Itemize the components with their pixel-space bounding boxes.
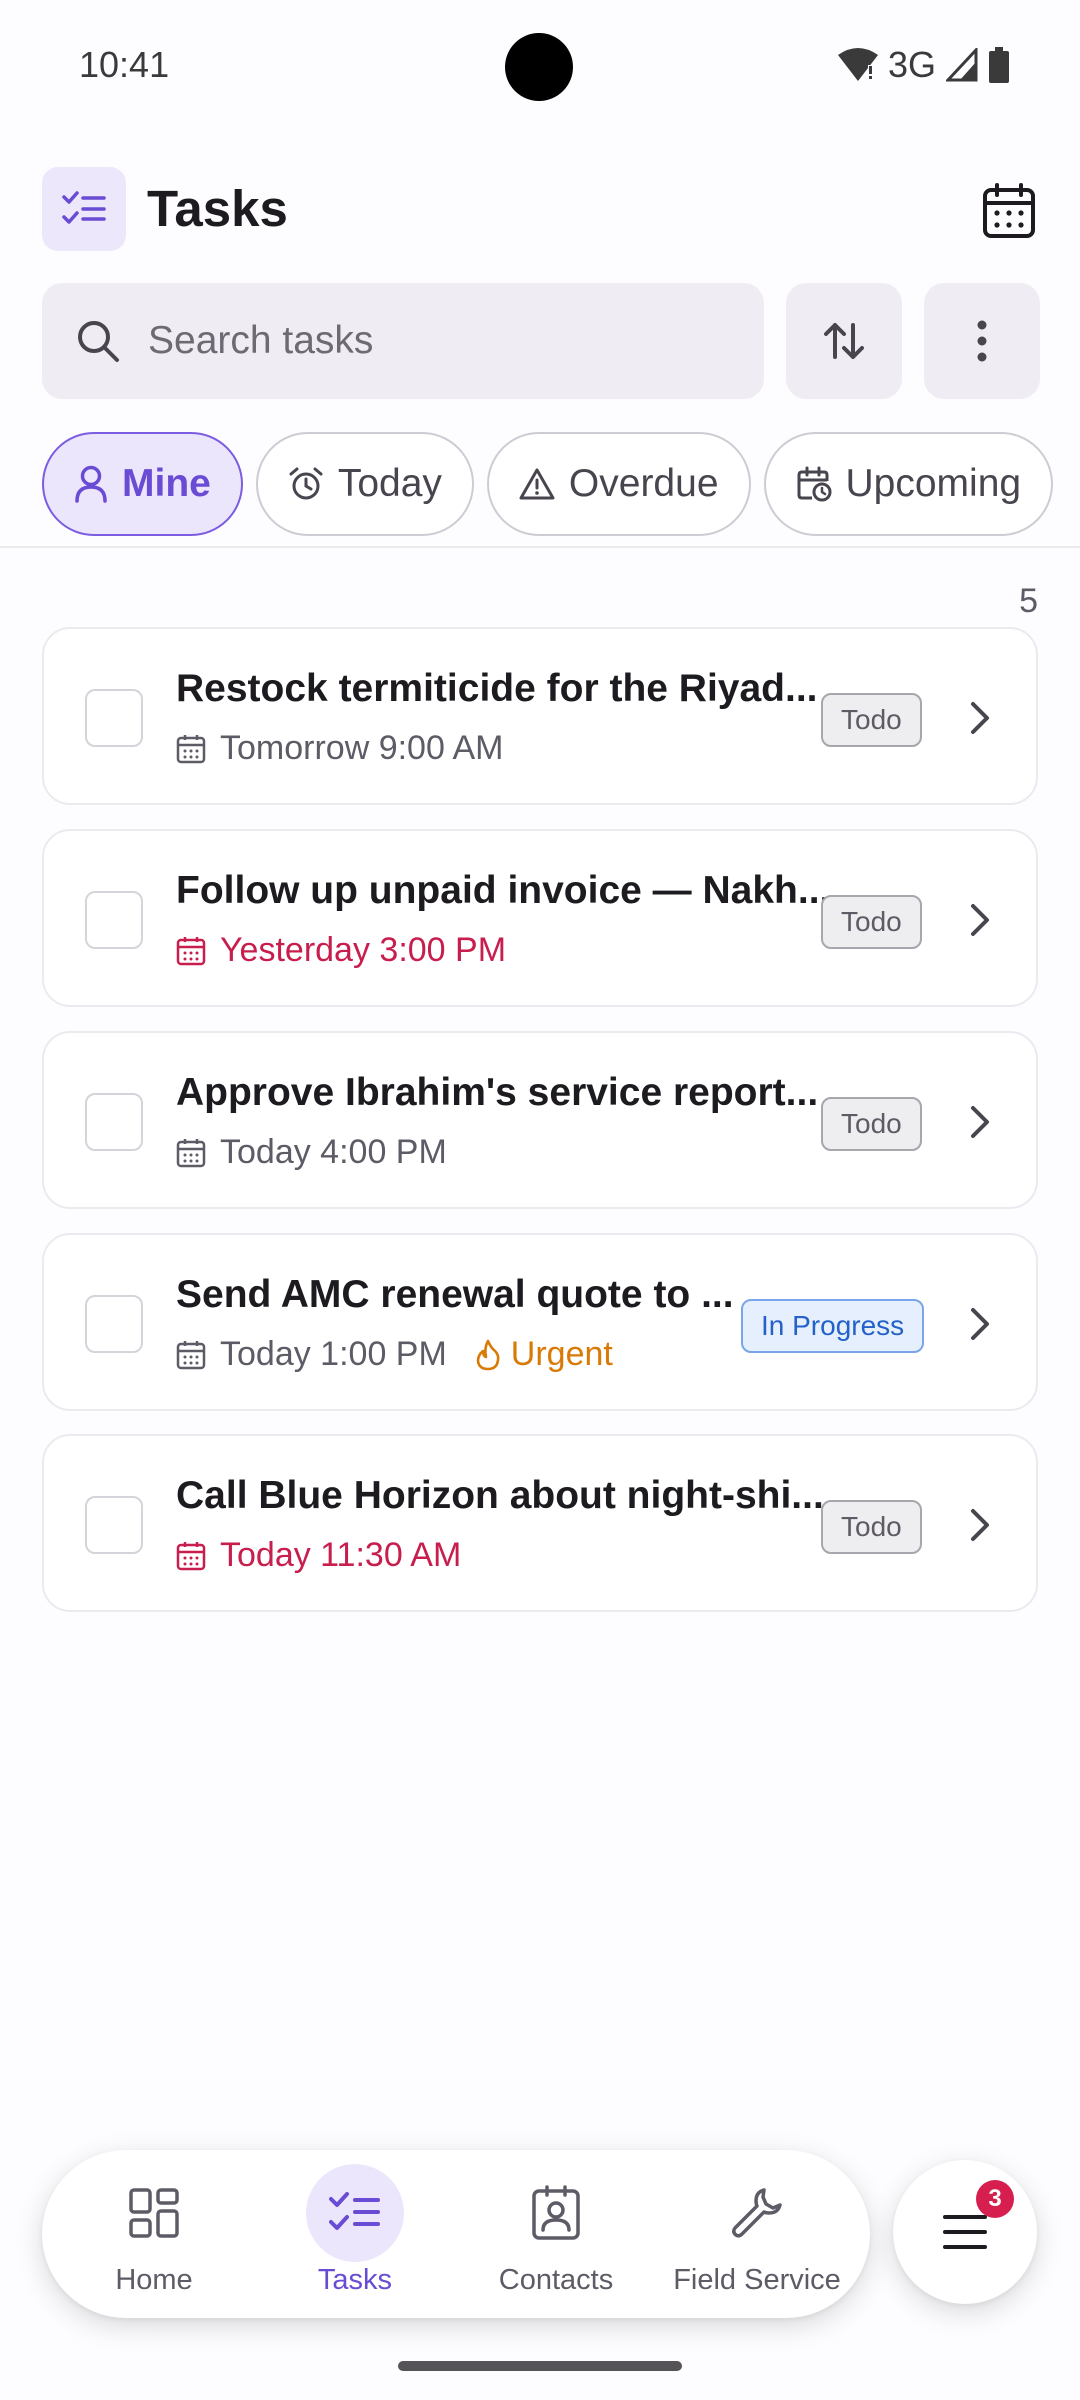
status-badge: In Progress bbox=[741, 1299, 925, 1353]
calendar-clock-icon bbox=[797, 466, 832, 502]
search-input[interactable] bbox=[148, 319, 728, 363]
app-bar: Tasks bbox=[0, 165, 1080, 255]
search-box[interactable] bbox=[42, 283, 764, 399]
calendar-icon bbox=[176, 1340, 206, 1369]
wrench-icon bbox=[731, 2188, 782, 2238]
filter-chip-label: Today bbox=[337, 462, 442, 505]
nav-label: Home bbox=[115, 2264, 193, 2296]
calendar-icon bbox=[176, 734, 206, 763]
status-badge: Todo bbox=[821, 1097, 922, 1151]
chevron-right-icon bbox=[971, 1308, 989, 1340]
chevron-right-icon bbox=[971, 702, 989, 734]
task-title: Approve Ibrahim's service report... bbox=[176, 1071, 819, 1114]
filter-chip-mine[interactable]: Mine bbox=[42, 432, 243, 536]
task-card[interactable]: Follow up unpaid invoice — Nakh... Yeste… bbox=[42, 829, 1038, 1007]
alarm-icon bbox=[289, 467, 323, 500]
task-checkbox[interactable] bbox=[85, 1295, 143, 1353]
task-checkbox[interactable] bbox=[85, 891, 143, 949]
task-due: Tomorrow 9:00 AM bbox=[176, 729, 503, 768]
menu-button[interactable]: 3 bbox=[893, 2160, 1037, 2304]
task-due-text: Today 4:00 PM bbox=[220, 1133, 447, 1171]
home-indicator[interactable] bbox=[398, 2361, 682, 2371]
battery-icon bbox=[989, 47, 1009, 83]
task-checkbox[interactable] bbox=[85, 689, 143, 747]
task-due: Today 11:30 AM bbox=[176, 1536, 461, 1575]
task-due-text: Today 11:30 AM bbox=[220, 1536, 462, 1574]
filter-chip-label: Mine bbox=[122, 462, 211, 505]
task-due-text: Yesterday 3:00 PM bbox=[220, 931, 507, 969]
filter-chips: Mine Today Overdue Upcoming bbox=[42, 432, 1080, 536]
checklist-icon bbox=[329, 2192, 380, 2230]
person-icon bbox=[75, 465, 107, 503]
bottom-navigation: Home Tasks Contacts Field Service bbox=[42, 2150, 870, 2318]
task-checkbox[interactable] bbox=[85, 1093, 143, 1151]
calendar-icon bbox=[176, 936, 206, 965]
page-title: Tasks bbox=[147, 180, 288, 237]
task-title: Follow up unpaid invoice — Nakh... bbox=[176, 869, 831, 912]
task-due-text: Tomorrow 9:00 AM bbox=[220, 729, 504, 767]
filter-chip-today[interactable]: Today bbox=[255, 432, 474, 536]
task-count: 5 bbox=[1019, 582, 1038, 620]
chevron-right-icon bbox=[971, 1106, 989, 1138]
task-checkbox[interactable] bbox=[85, 1496, 143, 1554]
more-options-button[interactable] bbox=[924, 283, 1040, 399]
chevron-right-icon bbox=[971, 904, 989, 936]
nav-item-tasks[interactable]: Tasks bbox=[255, 2164, 455, 2310]
notification-badge: 3 bbox=[976, 2180, 1014, 2218]
filter-chip-label: Upcoming bbox=[845, 462, 1022, 505]
search-row bbox=[42, 283, 1040, 399]
nav-item-field-service[interactable]: Field Service bbox=[657, 2164, 857, 2310]
filter-chip-overdue[interactable]: Overdue bbox=[486, 432, 751, 536]
warning-icon bbox=[519, 468, 555, 500]
task-card[interactable]: Call Blue Horizon about night-shi... Tod… bbox=[42, 1434, 1038, 1612]
task-title: Restock termiticide for the Riyad... bbox=[176, 667, 818, 710]
contact-card-icon bbox=[532, 2185, 580, 2240]
task-due: Yesterday 3:00 PM bbox=[176, 931, 506, 970]
flame-icon bbox=[476, 1339, 500, 1370]
checklist-icon bbox=[42, 167, 126, 251]
nav-item-home[interactable]: Home bbox=[54, 2164, 254, 2310]
network-type: 3G bbox=[887, 44, 936, 85]
nav-item-contacts[interactable]: Contacts bbox=[456, 2164, 656, 2310]
wifi-icon bbox=[837, 48, 878, 81]
filter-chip-upcoming[interactable]: Upcoming bbox=[763, 432, 1054, 536]
sort-button[interactable] bbox=[786, 283, 902, 399]
status-badge: Todo bbox=[821, 1500, 922, 1554]
task-due: Today 1:00 PM Urgent bbox=[176, 1335, 613, 1374]
filter-chip-label: Overdue bbox=[568, 462, 719, 505]
more-vertical-icon bbox=[977, 320, 987, 362]
camera-cutout bbox=[505, 33, 573, 101]
status-badge: Todo bbox=[821, 895, 922, 949]
task-title: Call Blue Horizon about night-shi... bbox=[176, 1474, 824, 1517]
calendar-icon bbox=[176, 1541, 206, 1570]
calendar-icon bbox=[176, 1138, 206, 1167]
chevron-right-icon bbox=[971, 1509, 989, 1541]
nav-label: Tasks bbox=[317, 2264, 393, 2296]
status-bar: 10:41 3G bbox=[0, 0, 1080, 135]
task-due-text: Today 1:00 PM bbox=[220, 1335, 447, 1373]
divider bbox=[0, 546, 1080, 548]
hamburger-icon bbox=[943, 2215, 987, 2249]
calendar-button[interactable] bbox=[971, 173, 1047, 249]
task-card[interactable]: Send AMC renewal quote to ... Today 1:00… bbox=[42, 1233, 1038, 1411]
task-card[interactable]: Approve Ibrahim's service report... Toda… bbox=[42, 1031, 1038, 1209]
priority-tag: Urgent bbox=[475, 1335, 613, 1374]
dashboard-icon bbox=[129, 2188, 179, 2238]
task-due: Today 4:00 PM bbox=[176, 1133, 447, 1172]
calendar-icon bbox=[983, 183, 1035, 238]
task-title: Send AMC renewal quote to ... bbox=[176, 1273, 734, 1316]
status-badge: Todo bbox=[821, 693, 922, 747]
priority-label: Urgent bbox=[510, 1335, 613, 1373]
nav-label: Field Service bbox=[673, 2264, 841, 2296]
signal-icon bbox=[946, 48, 978, 82]
status-time: 10:41 bbox=[79, 44, 170, 85]
sort-icon bbox=[824, 323, 864, 359]
nav-label: Contacts bbox=[498, 2264, 614, 2296]
status-icons: 3G bbox=[837, 44, 1010, 86]
task-card[interactable]: Restock termiticide for the Riyad... Tom… bbox=[42, 627, 1038, 805]
search-icon bbox=[78, 321, 119, 362]
